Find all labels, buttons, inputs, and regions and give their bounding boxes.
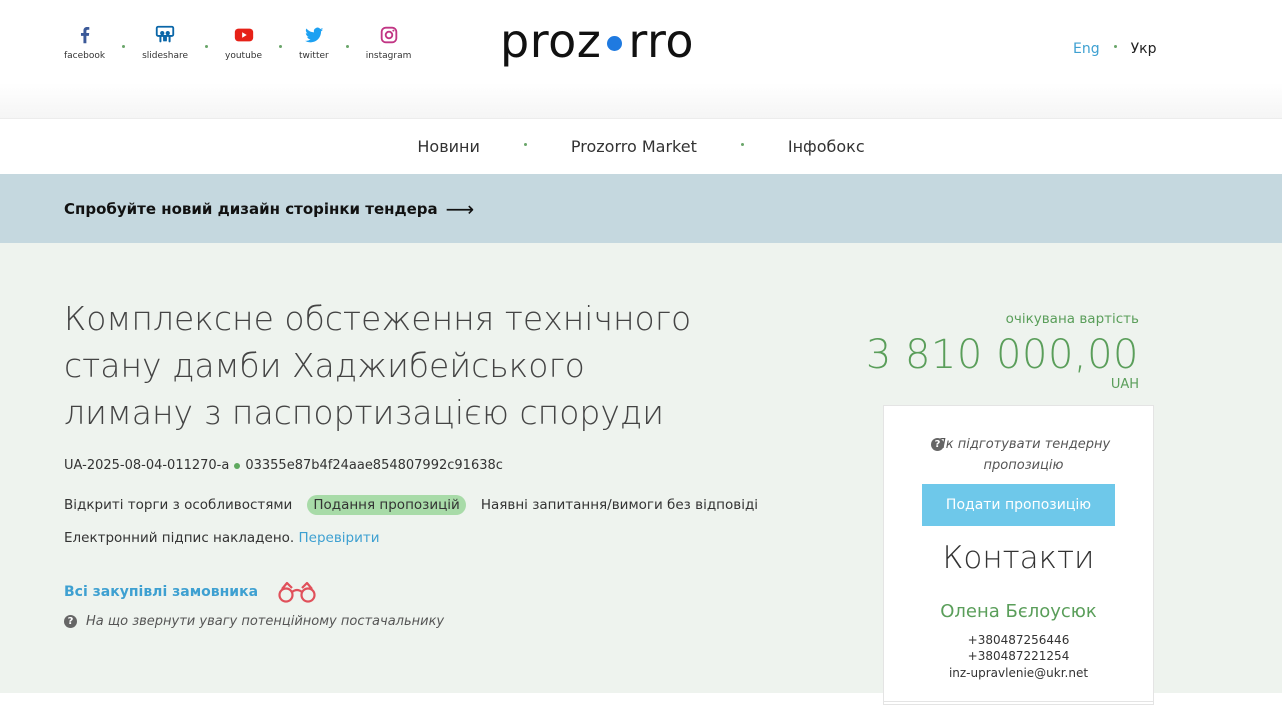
nav-item-news[interactable]: Новини — [417, 137, 480, 156]
verify-signature-link[interactable]: Перевірити — [299, 530, 380, 546]
expected-value-currency: UAH — [1110, 377, 1139, 392]
social-links: facebook slideshare youtube twitter inst… — [64, 24, 411, 61]
tender-hash: 03355e87b4f24aae854807992c91638c — [245, 458, 503, 473]
questions-status: Наявні запитання/вимоги без відповіді — [480, 497, 759, 513]
social-label: instagram — [365, 51, 412, 61]
logo-text-right: rro — [628, 14, 695, 68]
procedure-type: Відкриті торги з особливостями — [64, 497, 293, 513]
site-header: facebook slideshare youtube twitter inst… — [0, 0, 1282, 118]
all-purchases-link[interactable]: Всі закупівлі замовника — [64, 584, 258, 600]
question-icon: ? — [64, 615, 77, 628]
question-icon: ? — [931, 438, 944, 451]
social-facebook[interactable]: facebook — [64, 24, 105, 61]
social-instagram[interactable]: instagram — [365, 24, 412, 61]
new-design-banner: Спробуйте новий дизайн сторінки тендера … — [0, 174, 1282, 243]
logo-text-left: proz — [500, 14, 602, 68]
prepare-bid-hint-text: Як підготувати тендерну пропозицію — [936, 437, 1111, 473]
main-nav: Новини Prozorro Market Інфобокс — [0, 118, 1282, 174]
new-design-link[interactable]: Спробуйте новий дизайн сторінки тендера … — [64, 197, 474, 221]
separator-dot — [122, 45, 126, 48]
language-switcher: Eng Укр — [1073, 41, 1156, 57]
bid-panel: ? Як підготувати тендерну пропозицію Под… — [883, 405, 1154, 705]
expected-value-label: очікувана вартість — [1005, 311, 1139, 327]
separator-dot — [523, 143, 527, 146]
social-twitter[interactable]: twitter — [299, 24, 329, 61]
logo-dot — [607, 35, 623, 51]
tender-ids: UA-2025-08-04-011270-a 03355e87b4f24aae8… — [64, 458, 503, 473]
social-label: twitter — [299, 51, 329, 61]
tender-title: Комплексне обстеження технічного стану д… — [64, 299, 692, 432]
submit-bid-button[interactable]: Подати пропозицію — [922, 484, 1115, 526]
signature-text: Електронний підпис накладено. — [64, 530, 295, 546]
twitter-icon — [304, 27, 324, 43]
social-label: slideshare — [142, 51, 188, 61]
expected-value-amount: 3 810 000,00 — [865, 332, 1139, 378]
contacts-title: Контакти — [942, 540, 1095, 576]
separator-dot — [205, 45, 208, 48]
supplier-hint-text: На що звернути увагу потенційному постач… — [86, 614, 445, 629]
divider — [884, 701, 1153, 702]
arrow-right-icon: ⟶ — [445, 196, 475, 221]
lang-eng-link[interactable]: Eng — [1073, 41, 1100, 57]
youtube-icon — [234, 28, 253, 42]
contact-name: Олена Бєлоусюк — [940, 601, 1097, 622]
separator-dot — [1113, 44, 1117, 48]
supplier-hint-link[interactable]: ? На що звернути увагу потенційному пост… — [64, 614, 444, 629]
new-design-text: Спробуйте новий дизайн сторінки тендера — [64, 199, 438, 218]
status-badge: Подання пропозицій — [307, 495, 466, 515]
nav-item-market[interactable]: Prozorro Market — [571, 137, 697, 156]
prozorro-logo[interactable]: proz rro — [500, 18, 694, 64]
separator-dot — [345, 45, 349, 48]
facebook-icon — [80, 27, 89, 44]
contact-email[interactable]: inz-upravlenie@ukr.net — [884, 666, 1153, 680]
social-label: facebook — [64, 51, 106, 61]
contact-phone-1: +380487256446 — [967, 633, 1070, 647]
tender-id: UA-2025-08-04-011270-a — [64, 458, 230, 473]
social-slideshare[interactable]: slideshare — [142, 24, 188, 61]
slideshare-icon — [155, 25, 175, 43]
binoculars-icon[interactable] — [276, 580, 318, 604]
separator-dot — [740, 143, 744, 146]
tender-status-row: Відкриті торги з особливостями Подання п… — [64, 495, 758, 515]
lang-ukr-link[interactable]: Укр — [1131, 41, 1157, 57]
social-label: youtube — [225, 51, 263, 61]
contact-phone-2: +380487221254 — [967, 649, 1070, 663]
social-youtube[interactable]: youtube — [225, 24, 262, 61]
separator-dot — [279, 45, 283, 48]
prepare-bid-hint-link[interactable]: ? Як підготувати тендерну пропозицію — [884, 434, 1153, 476]
nav-item-infobox[interactable]: Інфобокс — [788, 137, 865, 156]
all-purchases-row: Всі закупівлі замовника — [64, 580, 318, 604]
separator-dot — [234, 462, 241, 469]
signature-row: Електронний підпис накладено. Перевірити — [64, 530, 380, 546]
instagram-icon — [380, 26, 397, 44]
tender-main: Комплексне обстеження технічного стану д… — [0, 243, 1282, 705]
